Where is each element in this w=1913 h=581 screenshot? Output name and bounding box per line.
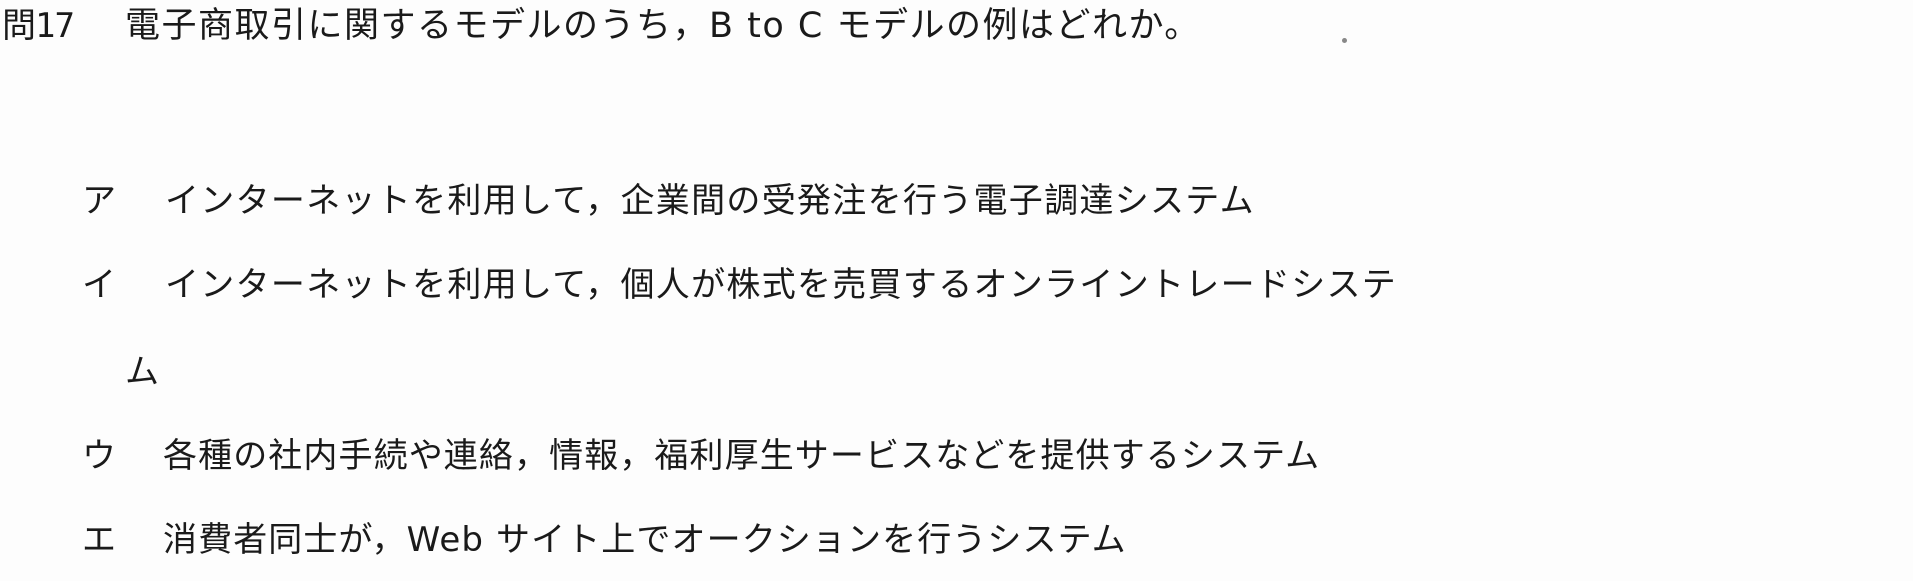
question-number: 問17 [2, 6, 75, 46]
choice-continuation: ム [125, 352, 159, 392]
speck-mark [1342, 38, 1347, 43]
choice-text: 消費者同士が，Web サイト上でオークションを行うシステム [163, 520, 1127, 560]
question-text: 電子商取引に関するモデルのうち，B to C モデルの例はどれか。 [125, 6, 1201, 46]
choice-label: イ [82, 265, 116, 305]
choice-text: インターネットを利用して，個人が株式を売買するオンライントレードシステ [165, 265, 1398, 305]
choice-text: インターネットを利用して，企業間の受発注を行う電子調達システム [165, 181, 1255, 221]
choice-text: 各種の社内手続や連絡，情報，福利厚生サービスなどを提供するシステム [163, 436, 1321, 476]
choice-label: ウ [82, 436, 116, 476]
exam-page: 問17 電子商取引に関するモデルのうち，B to C モデルの例はどれか。 ア … [0, 0, 1913, 581]
choice-label: ア [82, 181, 116, 221]
choice-label: エ [82, 520, 116, 560]
